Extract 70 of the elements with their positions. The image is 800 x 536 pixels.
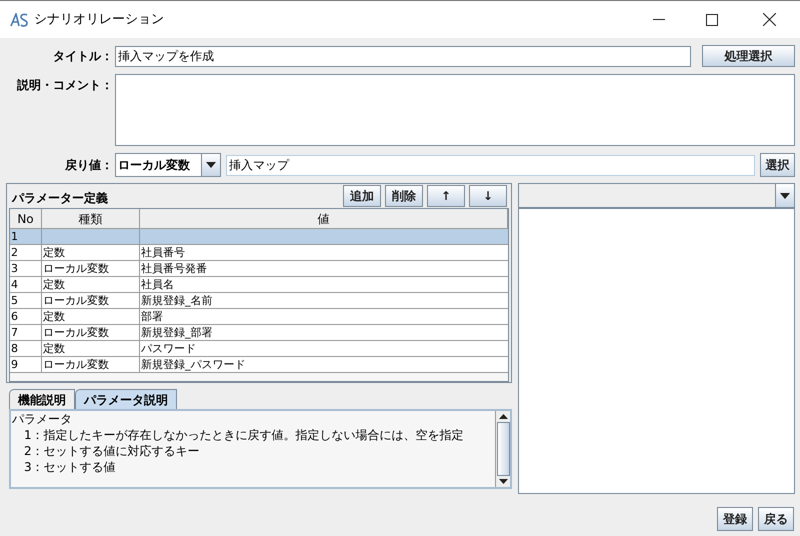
table-cell: 定数 bbox=[42, 341, 140, 356]
toolbar-button[interactable]: 削除 bbox=[385, 185, 423, 207]
toolbar-button[interactable]: 追加 bbox=[343, 185, 381, 207]
help-tab[interactable]: パラメータ説明 bbox=[75, 389, 177, 409]
right-dropdown[interactable] bbox=[518, 183, 795, 208]
table-cell: ローカル変数 bbox=[42, 261, 140, 276]
table-row[interactable]: 7 ローカル変数 新規登録_部署 bbox=[10, 325, 508, 341]
toolbar-button[interactable]: ↓ bbox=[469, 185, 507, 207]
table-cell-text: 社員番号発番 bbox=[140, 261, 208, 276]
table-cell: 8 bbox=[10, 341, 42, 356]
window-title: シナリオリレーション bbox=[34, 10, 164, 29]
table-cell: 1 bbox=[10, 229, 42, 244]
column-header[interactable]: 値 bbox=[140, 209, 508, 228]
table-cell-text: パスワード bbox=[140, 341, 197, 356]
table-cell-text: 部署 bbox=[140, 309, 164, 324]
toolbar-button[interactable]: ↑ bbox=[427, 185, 465, 207]
table-cell: 4 bbox=[10, 277, 42, 292]
table-row[interactable]: 2 定数 社員番号 bbox=[10, 245, 508, 261]
table-row[interactable]: 1 bbox=[10, 229, 508, 245]
parameter-panel-title: パラメーター定義 bbox=[10, 190, 109, 207]
app-logo-icon bbox=[10, 12, 30, 26]
scrollbar[interactable] bbox=[495, 411, 510, 487]
table-cell: 定数 bbox=[42, 309, 140, 324]
process-select-button[interactable]: 処理選択 bbox=[702, 45, 795, 67]
table-cell: ローカル変数 bbox=[42, 293, 140, 308]
table-row[interactable]: 3 ローカル変数 社員番号発番 bbox=[10, 261, 508, 277]
column-header[interactable]: No bbox=[10, 209, 42, 228]
select-button[interactable]: 選択 bbox=[760, 153, 795, 177]
close-icon[interactable] bbox=[763, 13, 776, 26]
return-type-dropdown[interactable]: ローカル変数 bbox=[115, 153, 221, 177]
column-header[interactable]: 種類 bbox=[42, 209, 140, 228]
dropdown-arrow-icon bbox=[780, 192, 790, 198]
table-cell: 定数 bbox=[42, 277, 140, 292]
help-text-line: 3：セットする値 bbox=[23, 459, 117, 475]
minimize-icon[interactable] bbox=[653, 18, 665, 20]
table-cell-text: 新規登録_パスワード bbox=[140, 357, 246, 372]
table-cell: 2 bbox=[10, 245, 42, 260]
table-row[interactable]: 8 定数 パスワード bbox=[10, 341, 508, 357]
footer-button[interactable]: 登録 bbox=[717, 507, 753, 531]
table-row[interactable]: 6 定数 部署 bbox=[10, 309, 508, 325]
help-text-line: 2：セットする値に対応するキー bbox=[23, 443, 201, 459]
return-value-field[interactable]: 挿入マップ bbox=[226, 154, 755, 176]
table-cell: 3 bbox=[10, 261, 42, 276]
footer-button[interactable]: 戻る bbox=[758, 507, 794, 531]
dropdown-arrow-icon bbox=[206, 162, 216, 168]
table-cell-text: 社員番号 bbox=[140, 245, 186, 260]
maximize-icon[interactable] bbox=[706, 14, 718, 26]
table-row[interactable]: 5 ローカル変数 新規登録_名前 bbox=[10, 293, 508, 309]
description-field[interactable] bbox=[115, 74, 795, 146]
help-text-line: 1：指定したキーが存在しなかったときに戻す値。指定しない場合には、空を指定 bbox=[23, 427, 465, 443]
table-cell: 5 bbox=[10, 293, 42, 308]
scroll-up-icon[interactable] bbox=[498, 414, 508, 419]
table-cell: 6 bbox=[10, 309, 42, 324]
table-cell-text: 社員名 bbox=[140, 277, 175, 292]
table-cell: 定数 bbox=[42, 245, 140, 260]
table-cell-text: 新規登録_名前 bbox=[140, 293, 214, 308]
table-row[interactable]: 4 定数 社員名 bbox=[10, 277, 508, 293]
title-label: タイトル： bbox=[52, 48, 114, 65]
table-row[interactable]: 9 ローカル変数 新規登録_パスワード bbox=[10, 357, 508, 373]
table-cell: 7 bbox=[10, 325, 42, 340]
help-text-line: パラメータ bbox=[12, 411, 73, 427]
scroll-down-icon[interactable] bbox=[498, 479, 508, 484]
table-cell: ローカル変数 bbox=[42, 325, 140, 340]
return-value-label: 戻り値： bbox=[64, 157, 114, 174]
title-field[interactable]: 挿入マップを作成 bbox=[115, 46, 691, 66]
table-cell-text: 新規登録_部署 bbox=[140, 325, 214, 340]
table-cell: 9 bbox=[10, 357, 42, 372]
help-tab[interactable]: 機能説明 bbox=[9, 389, 75, 409]
description-label: 説明・コメント： bbox=[16, 77, 114, 94]
table-cell: ローカル変数 bbox=[42, 357, 140, 372]
